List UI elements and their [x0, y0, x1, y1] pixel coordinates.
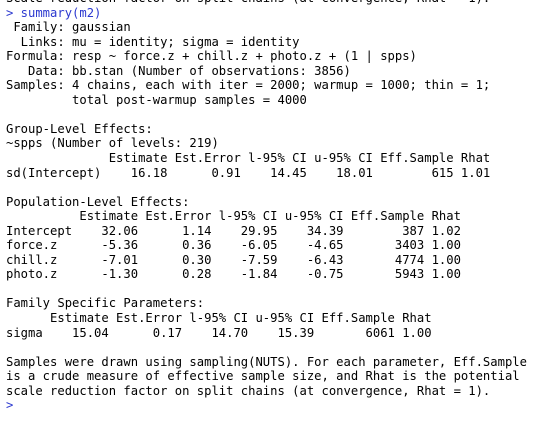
- console-output-line: photo.z -1.30 0.28 -1.84 -0.75 5943 1.00: [6, 267, 461, 282]
- console-output-line: Formula: resp ~ force.z + chill.z + phot…: [6, 49, 417, 64]
- r-console-output[interactable]: Scale reduction factor on split chains (…: [0, 0, 540, 423]
- console-output-line: Scale reduction factor on split chains (…: [0, 0, 540, 6]
- console-output-line: Intercept 32.06 1.14 29.95 34.39 387 1.0…: [6, 223, 461, 238]
- console-output-line: ~spps (Number of levels: 219): [6, 136, 219, 151]
- console-output-line: scale reduction factor on split chains (…: [6, 383, 491, 398]
- console-output-line: Family: gaussian: [6, 20, 131, 35]
- console-output-line: sd(Intercept) 16.18 0.91 14.45 18.01 615…: [6, 165, 491, 180]
- console-output-line: Samples: 4 chains, each with iter = 2000…: [6, 78, 491, 93]
- console-command-line: > summary(m2): [6, 5, 102, 20]
- console-output-line: is a crude measure of effective sample s…: [6, 369, 520, 384]
- console-output-line: Estimate Est.Error l-95% CI u-95% CI Eff…: [6, 311, 432, 326]
- console-output-line: Data: bb.stan (Number of observations: 3…: [6, 63, 351, 78]
- console-output-line: force.z -5.36 0.36 -6.05 -4.65 3403 1.00: [6, 238, 461, 253]
- console-output-line: total post-warmup samples = 4000: [6, 92, 307, 107]
- console-output-line: Population-Level Effects:: [6, 194, 190, 209]
- console-output-line: Family Specific Parameters:: [6, 296, 205, 311]
- console-output-line: Estimate Est.Error l-95% CI u-95% CI Eff…: [6, 209, 461, 224]
- console-output-line: Estimate Est.Error l-95% CI u-95% CI Eff…: [6, 151, 491, 166]
- console-output-line: Samples were drawn using sampling(NUTS).…: [6, 354, 527, 369]
- console-output-line: sigma 15.04 0.17 14.70 15.39 6061 1.00: [6, 325, 432, 340]
- console-prompt[interactable]: >: [0, 398, 540, 413]
- console-output-line: Group-Level Effects:: [6, 121, 153, 136]
- console-output-line: Links: mu = identity; sigma = identity: [6, 34, 300, 49]
- console-output-line: chill.z -7.01 0.30 -7.59 -6.43 4774 1.00: [6, 252, 461, 267]
